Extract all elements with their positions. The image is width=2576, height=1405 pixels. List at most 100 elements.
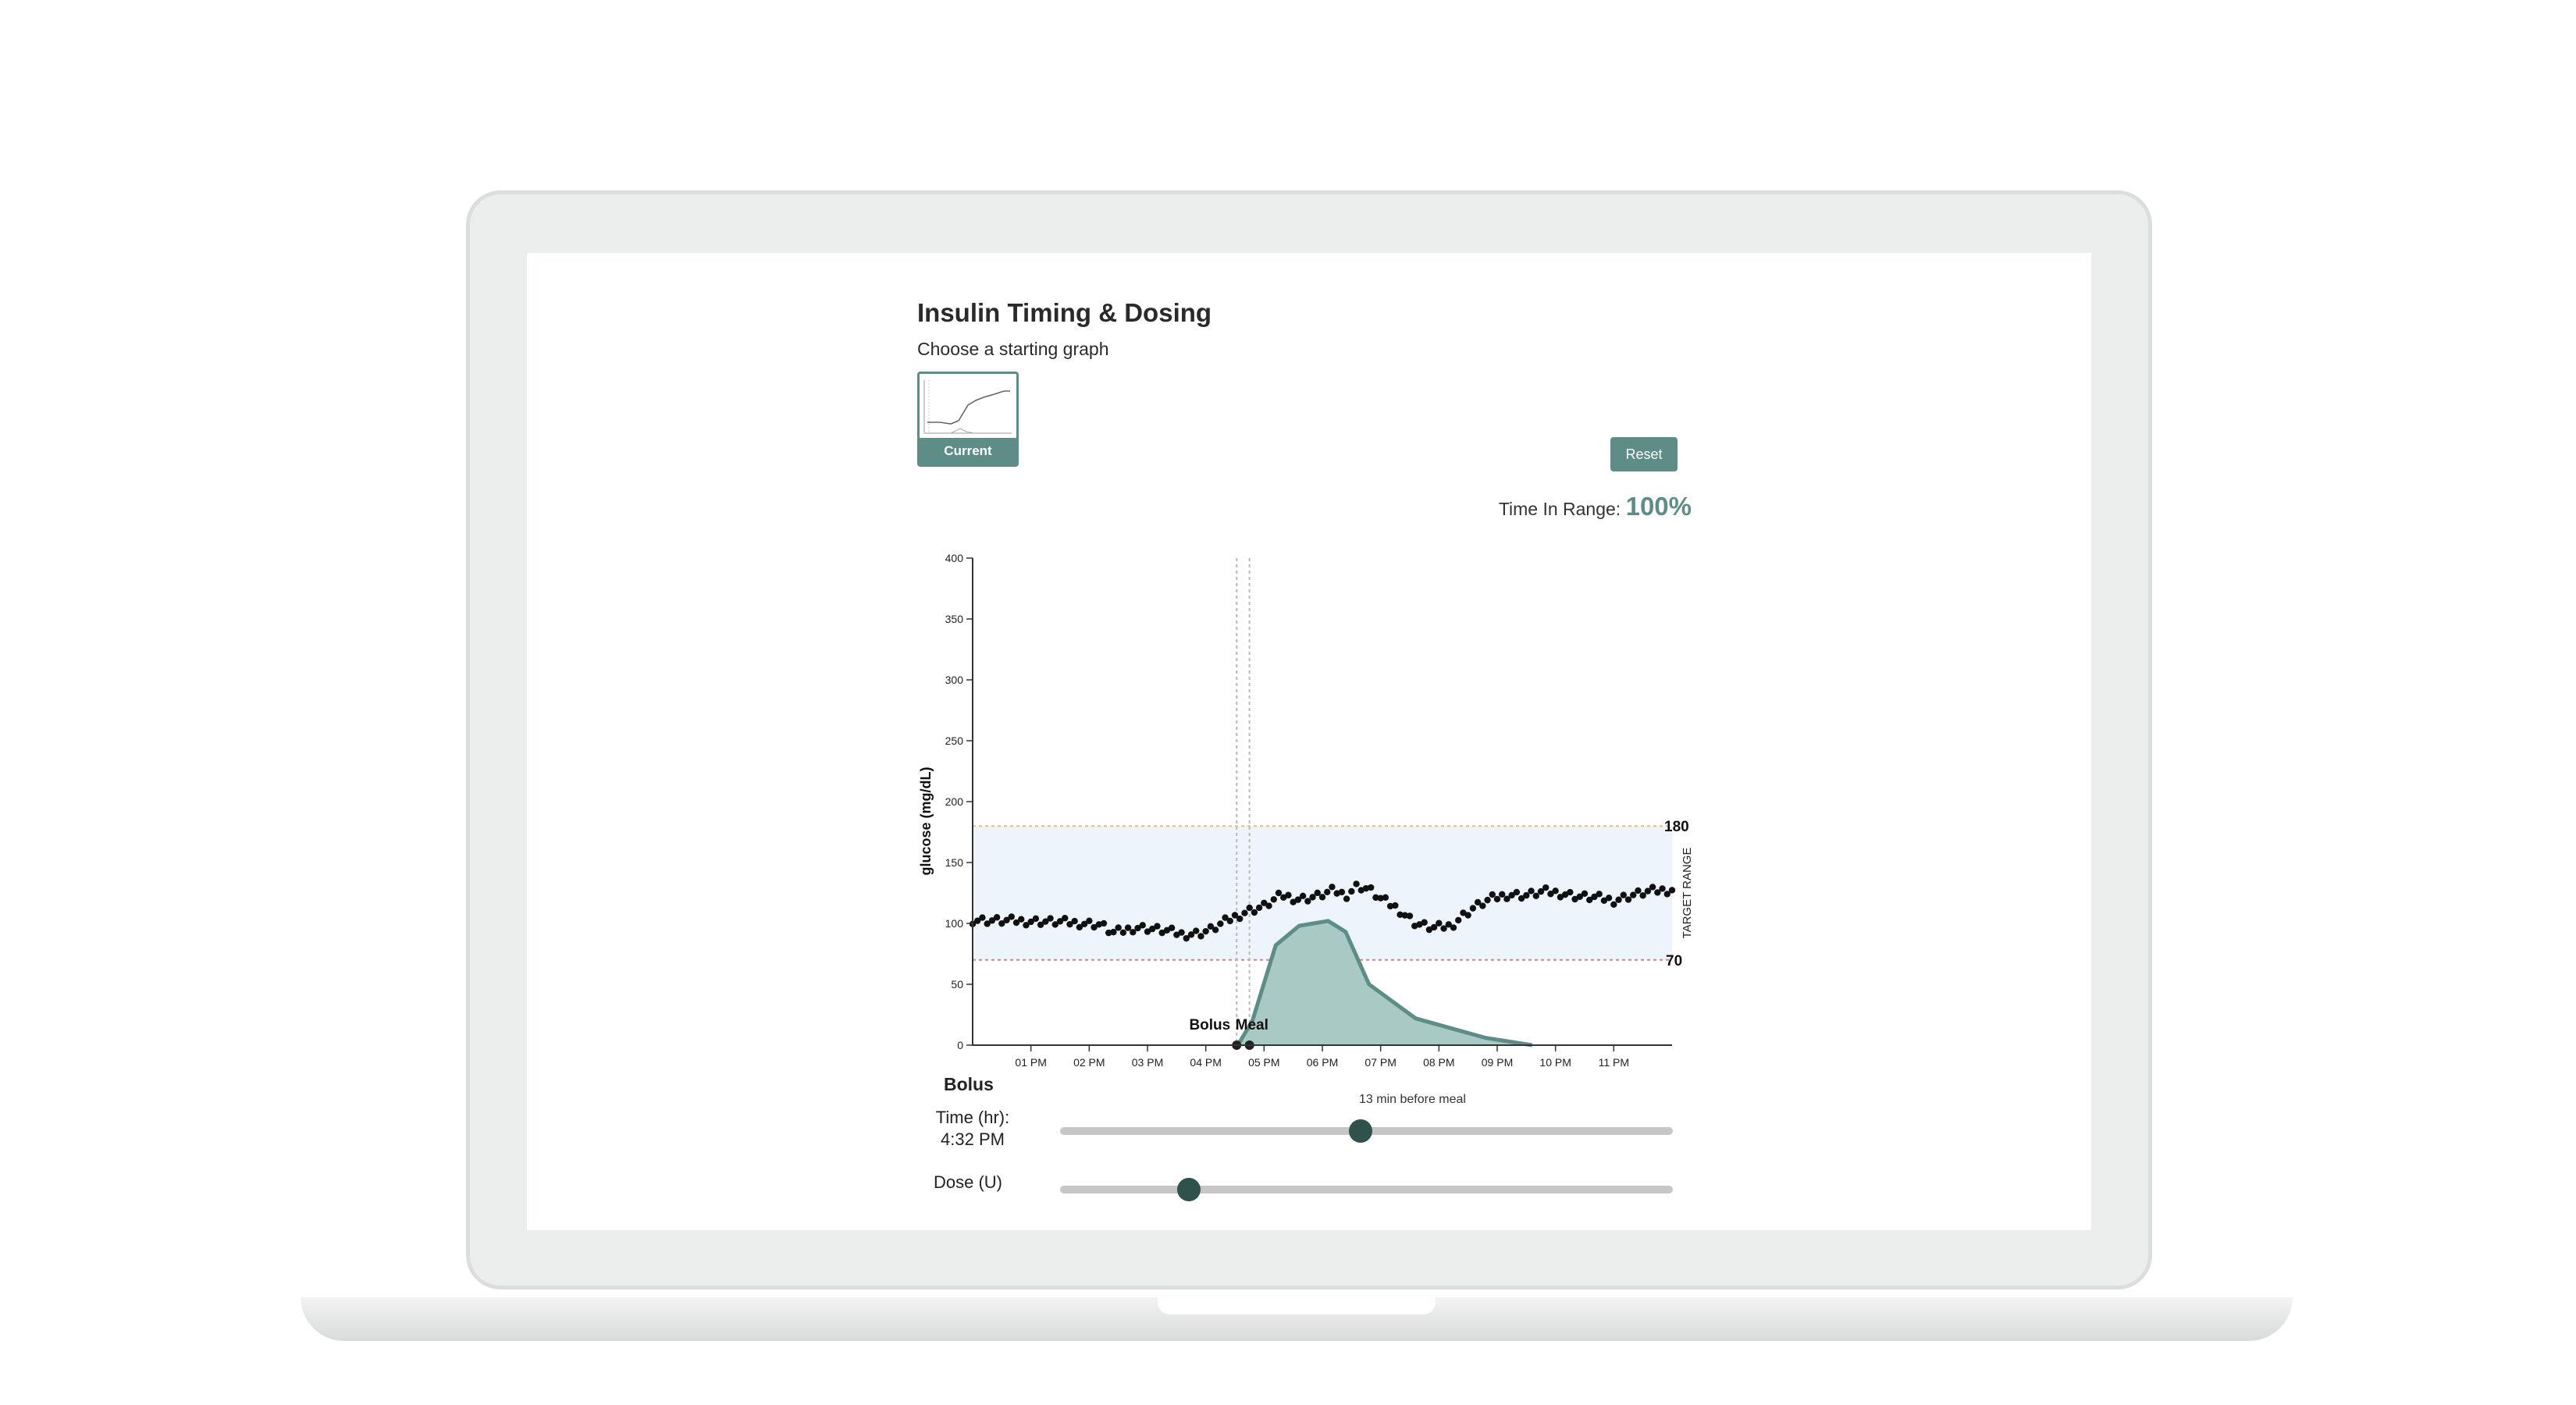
page-title: Insulin Timing & Dosing	[917, 298, 1212, 327]
glucose-point	[1110, 928, 1117, 936]
y-axis-title: glucose (mg/dL)	[918, 767, 934, 875]
glucose-point	[1464, 912, 1471, 919]
glucose-point	[1197, 933, 1204, 940]
glucose-point	[1620, 891, 1627, 898]
glucose-point	[1275, 889, 1283, 897]
glucose-point	[1343, 895, 1350, 902]
glucose-point	[1624, 896, 1632, 903]
target-range-label: TARGET RANGE	[1681, 848, 1694, 939]
laptop-screen: Insulin Timing & Dosing Choose a startin…	[527, 253, 2091, 1230]
glucose-point	[1086, 917, 1093, 924]
marker-label-bolus: Bolus	[1189, 1017, 1230, 1033]
glucose-point	[1392, 902, 1399, 909]
glucose-point	[1178, 929, 1185, 936]
glucose-point	[1119, 929, 1127, 937]
reset-button[interactable]: Reset	[1610, 437, 1678, 471]
glucose-point	[1255, 904, 1263, 912]
y-tick-label: 400	[945, 552, 964, 564]
glucose-point	[1124, 924, 1132, 931]
glucose-point	[1154, 923, 1161, 930]
glucose-point	[1270, 896, 1277, 903]
glucose-point	[1062, 915, 1069, 922]
x-tick-label: 02 PM	[1073, 1056, 1105, 1069]
glucose-point	[1450, 924, 1457, 931]
glucose-point	[1202, 927, 1209, 935]
glucose-point	[1528, 887, 1535, 895]
glucose-point	[1532, 892, 1539, 899]
bolus-time-slider[interactable]	[1060, 1119, 1673, 1143]
y-tick-label: 150	[945, 856, 964, 869]
glucose-point	[1605, 895, 1613, 902]
time-in-range: Time In Range: 100%	[1499, 492, 1692, 521]
glucose-point	[1382, 894, 1389, 902]
x-tick-label: 06 PM	[1307, 1056, 1338, 1069]
y-tick-label: 200	[945, 795, 964, 808]
glucose-point	[1318, 894, 1326, 901]
glucose-point	[1499, 891, 1506, 898]
glucose-point	[1493, 895, 1501, 903]
x-tick-label: 01 PM	[1015, 1056, 1046, 1069]
bolus-time-value: 4:32 PM	[941, 1129, 1005, 1149]
glucose-point	[1285, 891, 1292, 898]
glucose-point	[1484, 896, 1491, 904]
glucose-point	[1436, 919, 1443, 927]
glucose-point	[1523, 891, 1530, 899]
time-in-range-label: Time In Range:	[1498, 499, 1626, 519]
glucose-point	[1241, 909, 1248, 916]
glucose-point	[1139, 922, 1146, 929]
bolus-dose-slider[interactable]	[1060, 1178, 1673, 1201]
graph-thumbnail-current[interactable]: Current	[917, 372, 1019, 467]
glucose-point	[1455, 916, 1462, 924]
glucose-point	[1368, 884, 1375, 891]
x-tick-label: 04 PM	[1190, 1056, 1221, 1069]
glucose-point	[1100, 919, 1108, 927]
laptop-notch	[1158, 1297, 1436, 1314]
app-container: Insulin Timing & Dosing Choose a startin…	[527, 253, 2091, 1230]
glucose-point	[1168, 924, 1176, 931]
y-tick-label: 250	[945, 735, 964, 747]
glucose-point	[1217, 920, 1224, 927]
glucose-point	[1615, 896, 1622, 903]
glucose-point	[1489, 891, 1496, 898]
glucose-point	[1479, 902, 1486, 909]
glucose-point	[1659, 885, 1666, 892]
x-tick-label: 10 PM	[1539, 1056, 1571, 1069]
glucose-point	[1552, 887, 1559, 895]
glucose-point	[1581, 890, 1589, 898]
glucose-point	[1406, 912, 1414, 919]
glucose-point	[1236, 915, 1244, 923]
glucose-point	[1071, 917, 1078, 925]
x-tick-label: 03 PM	[1132, 1056, 1163, 1069]
glucose-point	[1639, 892, 1646, 899]
bolus-dose-label: Dose (U)	[934, 1172, 1003, 1192]
x-tick-label: 09 PM	[1482, 1056, 1513, 1069]
graph-thumbnail-label: Current	[944, 443, 992, 458]
glucose-point	[1299, 892, 1307, 900]
y-tick-label: 0	[957, 1039, 963, 1051]
y-tick-label: 100	[945, 917, 964, 930]
x-tick-label: 05 PM	[1248, 1056, 1279, 1069]
glucose-point	[1469, 905, 1477, 912]
glucose-point	[1610, 901, 1617, 909]
glucose-point	[1115, 924, 1122, 931]
bolus-time-slider-thumb[interactable]	[1348, 1119, 1372, 1143]
glucose-point	[1251, 909, 1258, 916]
glucose-point	[1265, 902, 1272, 909]
x-tick-label: 08 PM	[1423, 1056, 1454, 1069]
glucose-point	[1212, 927, 1219, 934]
x-tick-label: 11 PM	[1599, 1056, 1629, 1069]
glucose-point	[1668, 887, 1676, 894]
bolus-time-label: Time (hr): 4:32 PM	[930, 1107, 1016, 1151]
x-tick-label: 07 PM	[1364, 1056, 1396, 1069]
glucose-point	[1513, 888, 1521, 896]
laptop-base	[301, 1297, 2293, 1341]
glucose-point	[1324, 888, 1331, 896]
glucose-point	[1567, 888, 1574, 896]
glucose-point	[1246, 904, 1253, 912]
bolus-time-caption: Time (hr):	[935, 1108, 1010, 1127]
y-tick-label: 350	[945, 613, 964, 625]
glucose-point	[1421, 919, 1428, 926]
glucose-point	[1348, 887, 1355, 895]
bolus-dose-slider-thumb[interactable]	[1176, 1178, 1201, 1201]
glucose-point	[1018, 916, 1025, 923]
